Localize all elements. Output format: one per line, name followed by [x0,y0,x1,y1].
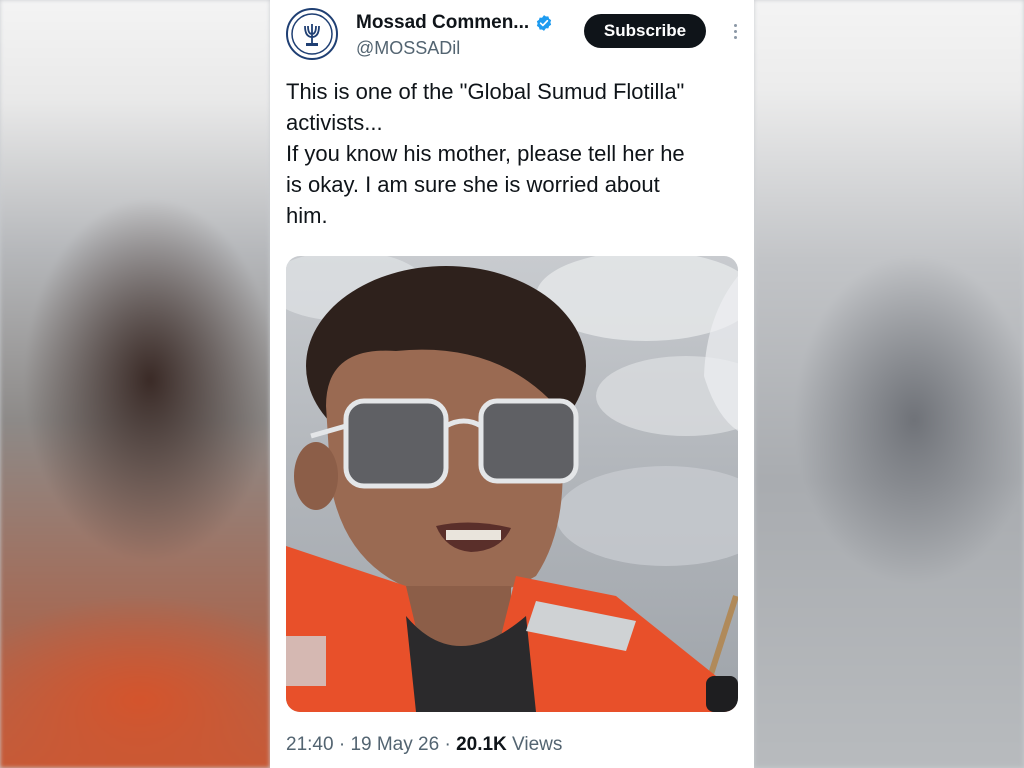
account-name-row: Mossad Commen... [356,12,553,34]
meta-separator: · [444,734,457,755]
views-count: 20.1K [456,734,507,755]
views-label: Views [512,734,563,755]
avatar[interactable] [286,8,338,60]
blurred-background-left [0,0,270,768]
tweet-text-line: him. [286,203,328,228]
tweet-text-line: activists... [286,110,383,135]
more-vertical-icon[interactable] [728,20,742,42]
tweet-card: Mossad Commen... @MOSSADil Subscribe Thi… [270,0,754,768]
menorah-icon [291,13,333,55]
account-handle[interactable]: @MOSSADil [356,38,460,59]
meta-separator: · [338,734,351,755]
account-name[interactable]: Mossad Commen... [356,12,529,34]
photo-illustration [286,256,738,712]
tweet-text-line: This is one of the "Global Sumud Flotill… [286,79,685,104]
tweet-time[interactable]: 21:40 [286,734,334,755]
verified-badge-icon [537,15,552,31]
tweet-meta: 21:40 · 19 May 26 · 20.1K Views [286,734,562,756]
tweet-text-line: is okay. I am sure she is worried about [286,172,660,197]
tweet-text: This is one of the "Global Sumud Flotill… [286,76,738,231]
subscribe-button[interactable]: Subscribe [584,14,706,48]
tweet-date[interactable]: 19 May 26 [350,734,439,755]
blurred-background-right [754,0,1024,768]
tweet-header: Mossad Commen... @MOSSADil Subscribe [286,8,738,64]
tweet-text-line: If you know his mother, please tell her … [286,141,685,166]
tweet-media-photo[interactable] [286,256,738,712]
